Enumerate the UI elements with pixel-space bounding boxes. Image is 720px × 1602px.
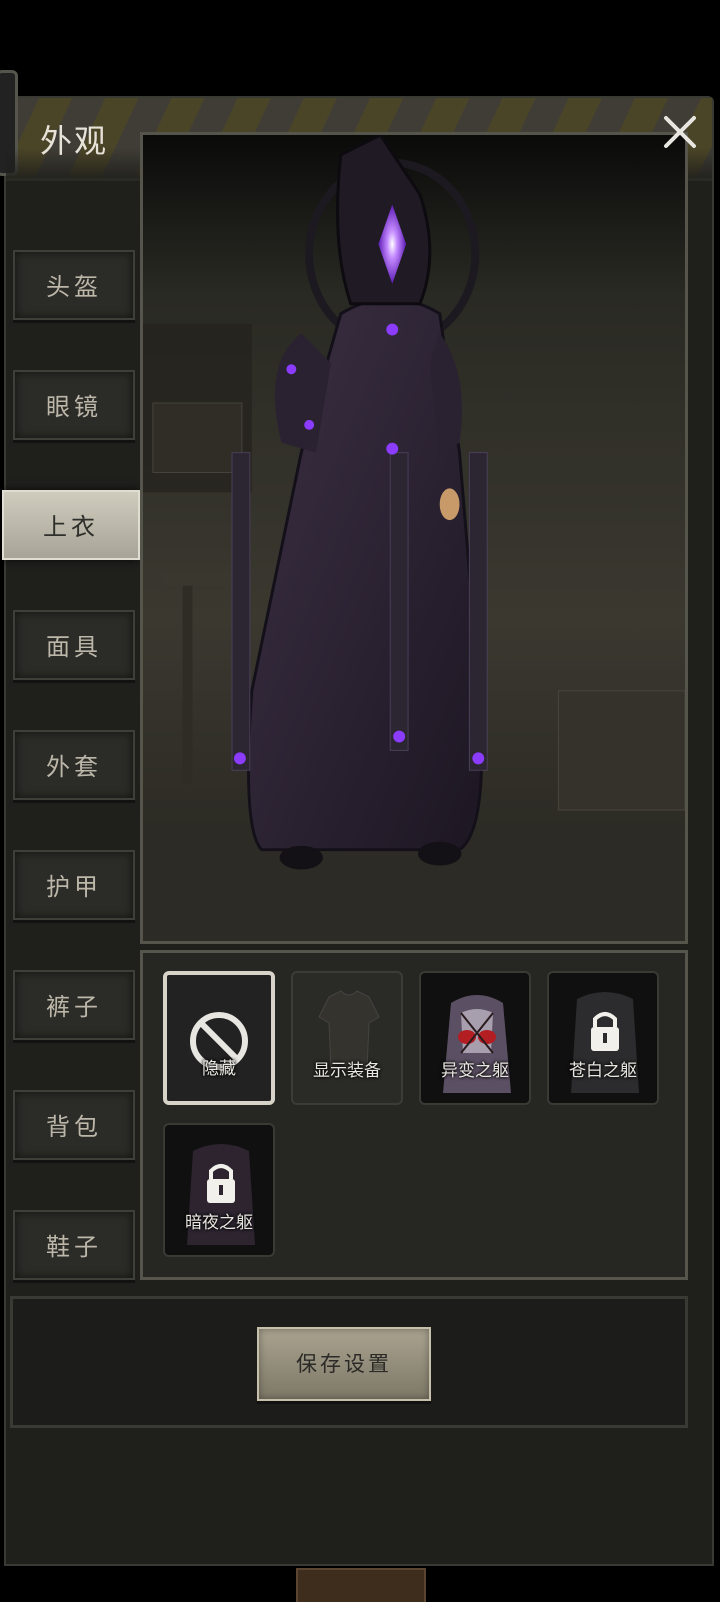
category-label: 上衣 bbox=[43, 513, 99, 541]
item-mutant-body[interactable]: 异变之躯 bbox=[419, 971, 531, 1105]
item-show-equipment[interactable]: 显示装备 bbox=[291, 971, 403, 1105]
category-mask[interactable]: 面具 bbox=[13, 610, 135, 680]
panel-footer: 保存设置 bbox=[10, 1296, 688, 1428]
lock-icon bbox=[571, 992, 639, 1093]
close-button[interactable] bbox=[658, 110, 702, 154]
category-backpack[interactable]: 背包 bbox=[13, 1090, 135, 1160]
category-helmet[interactable]: 头盔 bbox=[13, 250, 135, 320]
item-label: 暗夜之躯 bbox=[185, 1213, 253, 1233]
category-label: 外套 bbox=[46, 753, 102, 781]
shirt-icon bbox=[318, 990, 380, 1070]
header-tab-decoration bbox=[0, 70, 18, 176]
item-night-body[interactable]: 暗夜之躯 bbox=[163, 1123, 275, 1257]
category-top[interactable]: 上衣 bbox=[2, 490, 140, 560]
item-label: 异变之躯 bbox=[441, 1061, 509, 1081]
category-armor[interactable]: 护甲 bbox=[13, 850, 135, 920]
category-label: 面具 bbox=[46, 633, 102, 661]
save-settings-button[interactable]: 保存设置 bbox=[257, 1327, 431, 1401]
close-icon bbox=[664, 116, 696, 148]
item-pale-body[interactable]: 苍白之躯 bbox=[547, 971, 659, 1105]
character-preview bbox=[140, 132, 688, 944]
category-coat[interactable]: 外套 bbox=[13, 730, 135, 800]
page-title: 外观 bbox=[40, 122, 109, 160]
character-illustration bbox=[143, 135, 685, 941]
item-grid: 隐藏 显示装备 异变之躯 苍白之躯 暗夜之躯 bbox=[140, 950, 688, 1280]
category-glasses[interactable]: 眼镜 bbox=[13, 370, 135, 440]
item-label: 苍白之躯 bbox=[569, 1061, 637, 1081]
category-label: 眼镜 bbox=[46, 393, 102, 421]
body-icon bbox=[443, 995, 511, 1093]
forbidden-icon bbox=[190, 1012, 248, 1070]
category-label: 裤子 bbox=[46, 993, 102, 1021]
category-label: 护甲 bbox=[46, 873, 102, 901]
category-label: 鞋子 bbox=[46, 1233, 102, 1261]
category-pants[interactable]: 裤子 bbox=[13, 970, 135, 1040]
item-label: 隐藏 bbox=[202, 1059, 236, 1079]
underlying-button-text bbox=[298, 1570, 424, 1600]
category-label: 头盔 bbox=[46, 273, 102, 301]
category-label: 背包 bbox=[46, 1113, 102, 1141]
lock-icon bbox=[187, 1144, 255, 1245]
underlying-button-edge bbox=[296, 1568, 426, 1602]
item-hide[interactable]: 隐藏 bbox=[163, 971, 275, 1105]
item-label: 显示装备 bbox=[313, 1061, 381, 1081]
category-shoes[interactable]: 鞋子 bbox=[13, 1210, 135, 1280]
